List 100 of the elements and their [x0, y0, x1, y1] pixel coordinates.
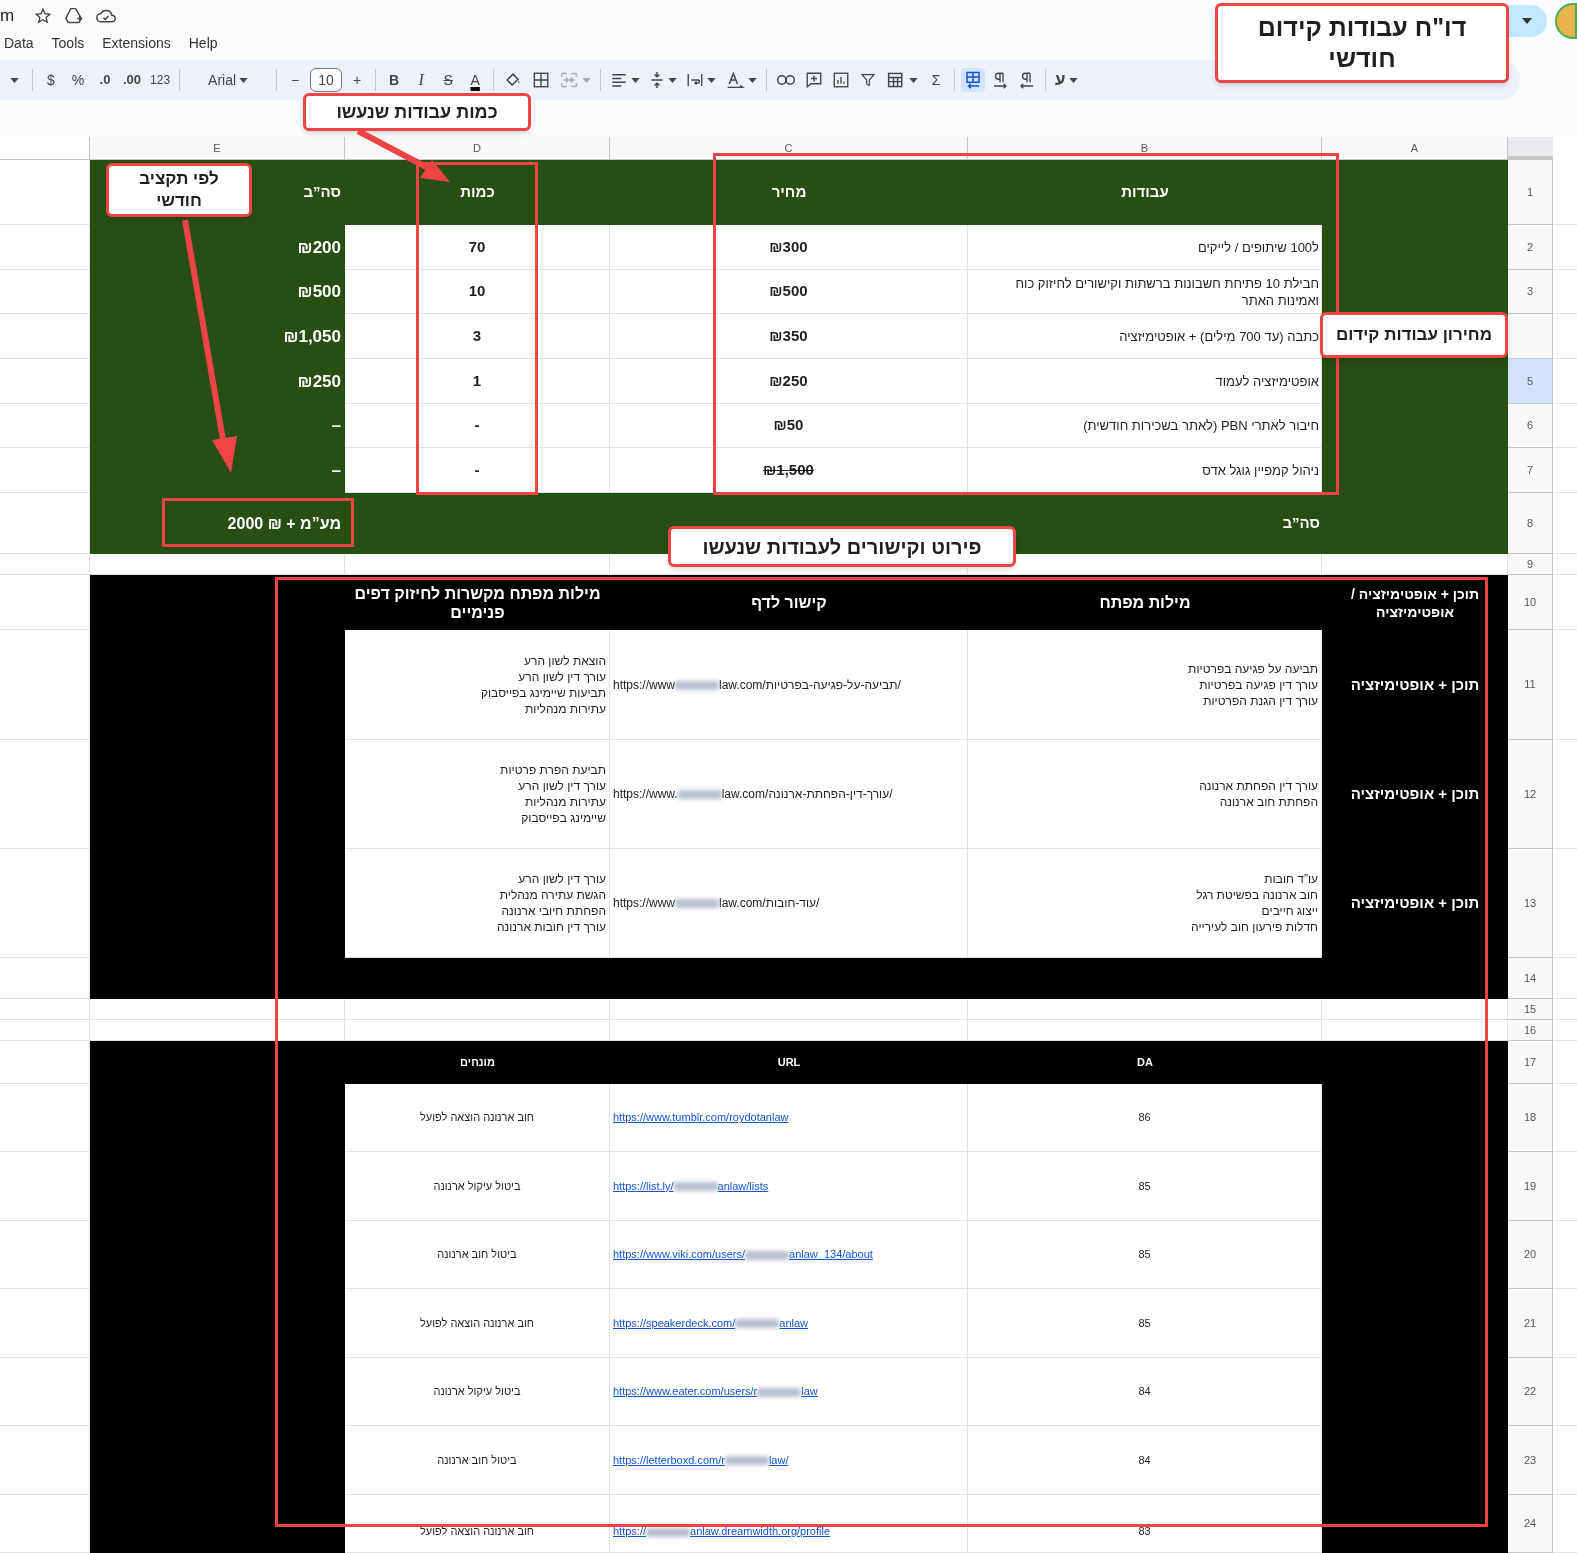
column-header[interactable]: B: [1140, 139, 1149, 157]
keywords-cell: עו”ד חובות חוב ארנונה בפשיטת רגל ייצוג חייבים חדלות פירעון חוב לעירייה: [1191, 871, 1318, 935]
menu-item[interactable]: Data: [3, 32, 35, 54]
redaction-blur: [646, 1527, 691, 1537]
row-header[interactable]: 3: [1508, 270, 1553, 314]
total-label: סה”ב: [1282, 513, 1320, 534]
url-link[interactable]: https://www.tumblr.com/roydotanlaw: [613, 1109, 789, 1126]
cloud-check-icon[interactable]: [96, 8, 117, 24]
column-header[interactable]: A: [1410, 139, 1419, 157]
font-size-field[interactable]: 10: [310, 68, 343, 92]
row-header[interactable]: 14: [1508, 958, 1553, 999]
caret-icon: [1522, 18, 1532, 24]
row-header[interactable]: 7: [1508, 448, 1553, 493]
star-icon[interactable]: [34, 7, 53, 25]
right-to-left-sheet-button[interactable]: [961, 68, 986, 92]
row-header[interactable]: 20: [1508, 1221, 1553, 1289]
redaction-blur: [673, 1182, 718, 1192]
row-header[interactable]: 9: [1508, 554, 1553, 575]
redaction-blur: [745, 1250, 790, 1260]
row-header[interactable]: 22: [1508, 1358, 1553, 1426]
add-comment-icon: [805, 71, 824, 89]
toolbar-button[interactable]: Σ: [924, 68, 949, 92]
keywords-cell: עורך דין לשון הרע הגשת עתירה מנהלית הפחתת חיובי ארנונה עורך דין חובות ארנונה: [496, 871, 606, 935]
row-header[interactable]: 17: [1508, 1041, 1553, 1084]
row-header[interactable]: 8: [1508, 493, 1553, 554]
total-cell-text: ₪200: [297, 236, 341, 259]
toolbar-button[interactable]: $: [39, 68, 63, 92]
column-header[interactable]: D: [473, 139, 481, 157]
annotation-label: לפי תקציב חודשי: [106, 163, 252, 217]
row-header[interactable]: 21: [1508, 1289, 1553, 1358]
caret-icon: [1068, 77, 1078, 83]
font-dropdown[interactable]: Arial: [186, 68, 271, 92]
row-header[interactable]: 2: [1508, 225, 1553, 270]
bold-button[interactable]: B: [382, 68, 407, 92]
url-link[interactable]: https://speakerdeck.com/ anlaw: [613, 1314, 809, 1332]
column-title: קישור לדף: [751, 593, 827, 612]
caret-icon: [909, 77, 919, 83]
font-name: Arial: [208, 70, 237, 90]
caret-icon: [9, 77, 19, 83]
text-rotation-icon: [725, 71, 746, 89]
total-cell-text: ₪250: [297, 370, 341, 393]
redaction-blur: [675, 680, 719, 690]
row-header[interactable]: 1: [1508, 160, 1553, 225]
column-title: עבודות: [1121, 182, 1169, 203]
url-link[interactable]: https://list.ly/ anlaw/lists: [613, 1177, 769, 1195]
column-header[interactable]: C: [784, 139, 793, 157]
number-format-button[interactable]: 123: [147, 68, 174, 92]
service-cell: כתבה (עד 700 מילים) + אופטימיזציה: [1119, 327, 1319, 345]
total-cell-text: –: [331, 415, 341, 438]
text-color-button[interactable]: A: [463, 68, 488, 92]
link-icon: [776, 74, 797, 86]
quantity-cell-text: -: [474, 415, 480, 436]
quantity-cell-text: 3: [472, 325, 482, 346]
row-header[interactable]: 18: [1508, 1084, 1553, 1152]
column-header[interactable]: E: [213, 139, 221, 157]
direction-dropdown[interactable]: ע: [1052, 68, 1081, 92]
row-header[interactable]: 15: [1508, 999, 1553, 1020]
service-cell: ניהול קמפיין גוגל אדס: [1202, 461, 1319, 479]
da-cell-text: 84: [1138, 1452, 1151, 1468]
strikethrough-button[interactable]: S: [436, 68, 461, 92]
toolbar-button[interactable]: +: [345, 68, 370, 92]
url-link[interactable]: https:// anlaw.dreamwidth.org/profile: [613, 1523, 831, 1540]
price-cell-text: ₪250: [769, 370, 808, 391]
avatar[interactable]: [1555, 3, 1577, 39]
total-cell-text: ₪1,050: [283, 325, 341, 348]
share-dropdown-button[interactable]: [1507, 5, 1547, 37]
url-link[interactable]: https://www.eater.com/users/r law: [613, 1383, 818, 1400]
da-cell-text: 85: [1138, 1178, 1151, 1194]
italic-button[interactable]: I: [409, 68, 434, 92]
row-header[interactable]: 23: [1508, 1426, 1553, 1495]
term-cell-text: חוב ארנונה הוצאה לפועל: [419, 1524, 535, 1539]
caret-icon: [668, 77, 678, 83]
type-cell-text: תוכן + אופטימיזציה: [1350, 784, 1480, 805]
vertical-align-icon: [649, 70, 666, 90]
row-header[interactable]: 11: [1508, 630, 1553, 740]
decrease-decimal-button[interactable]: .0: [93, 68, 117, 92]
service-cell: חיבור לאתרי PBN (לאתר בשכירות חודשית): [1083, 417, 1319, 434]
merge-cells-icon: [559, 71, 580, 89]
row-header[interactable]: 13: [1508, 849, 1553, 958]
keywords-cell: תביעת הפרת פרטיות עורך דין לשון הרע עתירות מנהליות שיימינג בפייסבוק: [500, 762, 606, 826]
quantity-cell-text: 70: [468, 236, 486, 257]
row-header[interactable]: 5: [1508, 359, 1553, 404]
toolbar-button[interactable]: −: [283, 68, 308, 92]
term-cell-text: ביטול עיקול ארנונה: [433, 1178, 521, 1194]
row-header[interactable]: 12: [1508, 740, 1553, 849]
menu-item[interactable]: Extensions: [101, 32, 172, 54]
row-header[interactable]: 24: [1508, 1495, 1553, 1553]
row-header[interactable]: 19: [1508, 1152, 1553, 1221]
url-link[interactable]: https://letterboxd.com/r law/: [613, 1451, 789, 1469]
column-title: DA: [1137, 1055, 1153, 1071]
menu-item[interactable]: Help: [187, 32, 219, 54]
toolbar-button[interactable]: %: [66, 68, 90, 92]
increase-decimal-button[interactable]: .00: [120, 68, 145, 92]
column-title: מחיר: [771, 182, 807, 203]
row-header[interactable]: 6: [1508, 404, 1553, 448]
row-header[interactable]: 16: [1508, 1020, 1553, 1041]
url-link[interactable]: https://www.viki.com/users/ anlaw_134/about: [613, 1246, 873, 1263]
menu-item[interactable]: Tools: [50, 32, 86, 54]
keywords-cell: הוצאת לשון הרע עורך דין לשון הרע תביעות שיימינג בפייסבוק עתירות מנהליות: [480, 652, 606, 717]
row-header[interactable]: 10: [1508, 575, 1553, 630]
